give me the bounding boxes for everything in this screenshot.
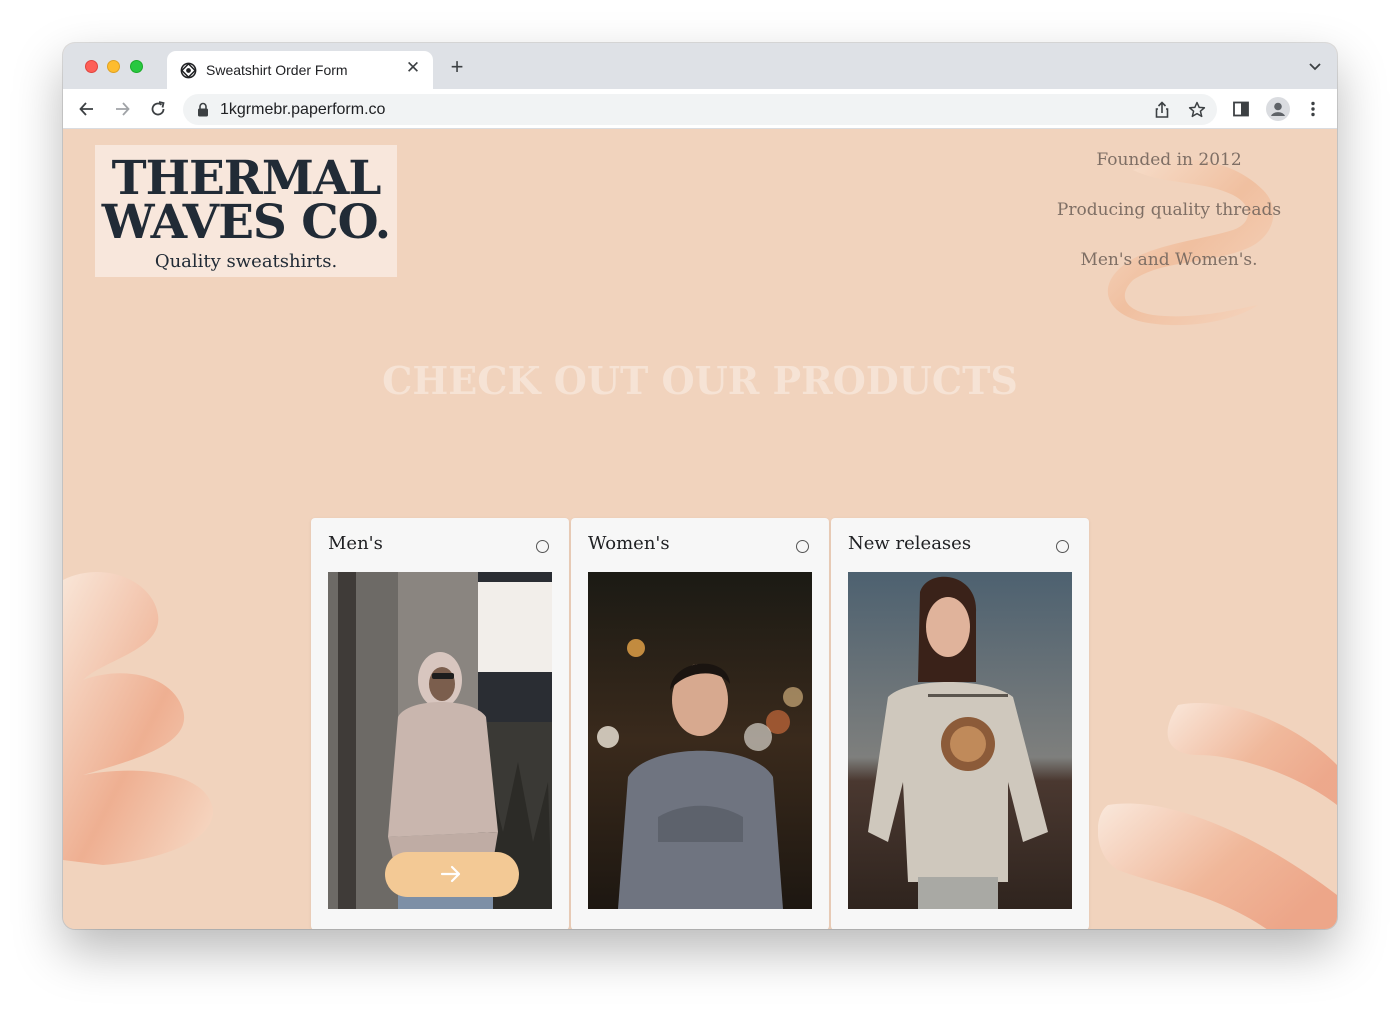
arrow-right-icon [440,865,461,883]
browser-toolbar: 1kgrmebr.paperform.co [63,89,1337,129]
womens-photo [588,572,812,909]
page-content: THERMAL WAVES CO. Quality sweatshirts. F… [63,130,1337,929]
browser-tab[interactable]: Sweatshirt Order Form ✕ [167,51,433,89]
section-heading: CHECK OUT OUR PRODUCTS [382,358,1018,403]
close-window-button[interactable] [85,60,98,73]
radio-button[interactable] [536,540,549,553]
choice-label: Women's [588,533,670,554]
back-arrow-icon[interactable] [77,99,97,119]
new-releases-photo [848,572,1072,909]
share-icon[interactable] [1152,100,1172,120]
url-text: 1kgrmebr.paperform.co [220,101,386,118]
choice-card-new-releases[interactable]: New releases [831,518,1089,929]
browser-window: Sweatshirt Order Form ✕ + 1kgrmebr.paper… [63,43,1337,929]
brand-logo: THERMAL WAVES CO. Quality sweatshirts. [95,145,397,277]
brand-facts: Founded in 2012 Producing quality thread… [1039,148,1299,298]
choice-card-womens[interactable]: Women's [571,518,829,929]
maximize-window-button[interactable] [130,60,143,73]
address-bar[interactable]: 1kgrmebr.paperform.co [183,94,1217,125]
minimize-window-button[interactable] [107,60,120,73]
radio-button[interactable] [796,540,809,553]
lock-icon [198,102,208,117]
next-button[interactable] [385,852,519,897]
logo-tagline: Quality sweatshirts. [154,251,338,272]
brush-stroke-bottom-right [1098,703,1337,929]
reload-icon[interactable] [148,99,168,119]
fact-founded: Founded in 2012 [1096,150,1242,170]
choice-label: Men's [328,533,383,554]
side-panel-icon[interactable] [1231,99,1251,119]
fact-quality: Producing quality threads [1056,200,1282,220]
bookmark-star-icon[interactable] [1187,100,1207,120]
paperform-favicon-icon [180,62,197,79]
chevron-down-icon[interactable] [1307,58,1323,74]
tab-title: Sweatshirt Order Form [206,62,348,78]
fact-audience: Men's and Women's. [1080,250,1258,270]
menu-kebab-icon[interactable] [1303,99,1323,119]
brush-stroke-left [63,572,214,865]
profile-avatar-icon[interactable] [1266,97,1290,121]
radio-button[interactable] [1056,540,1069,553]
forward-arrow-icon[interactable] [112,99,132,119]
new-tab-icon[interactable]: + [446,56,468,78]
close-tab-icon[interactable]: ✕ [403,58,423,78]
tab-strip: Sweatshirt Order Form ✕ + [63,43,1337,89]
choice-label: New releases [848,533,972,554]
logo-line-2: WAVES CO. [101,195,391,250]
